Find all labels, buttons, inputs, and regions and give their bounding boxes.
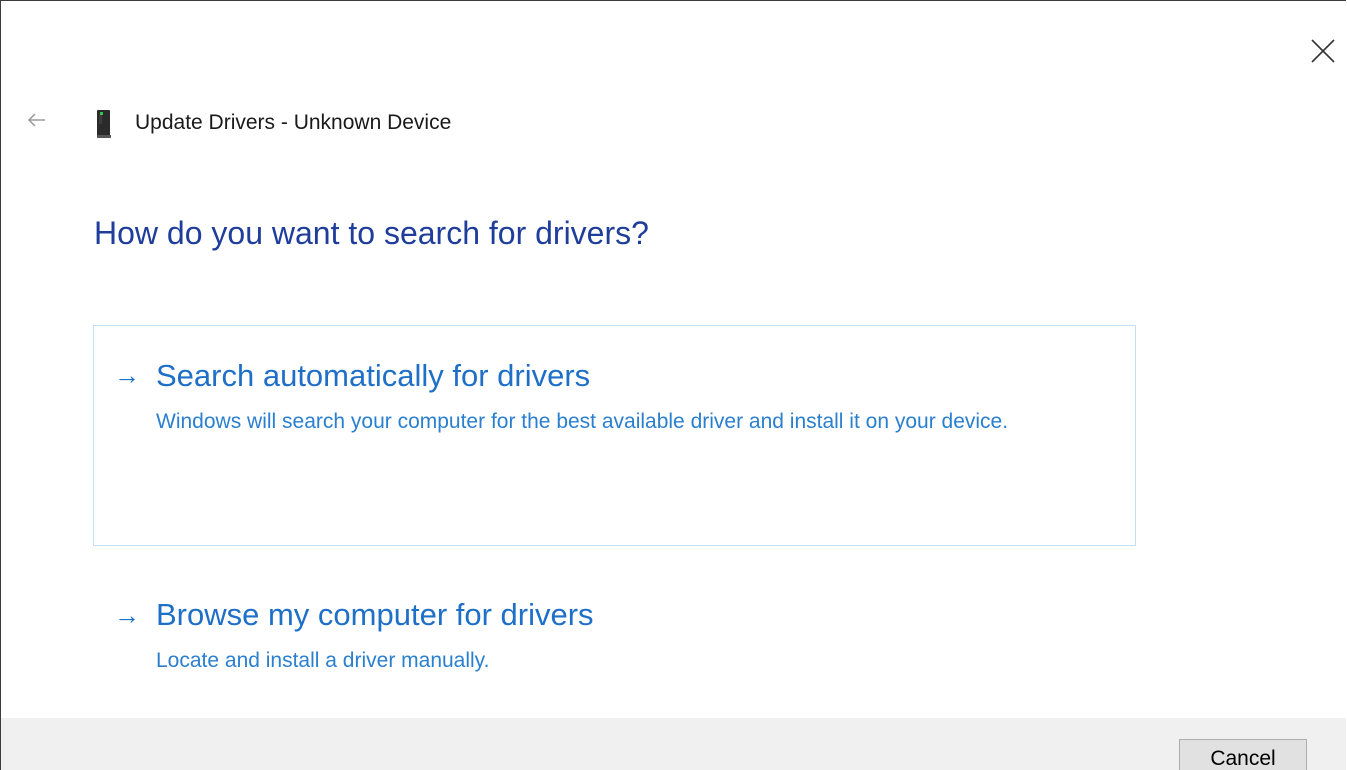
- device-icon: [96, 109, 112, 139]
- option-title: Search automatically for drivers: [156, 358, 591, 393]
- close-icon: [1311, 39, 1335, 63]
- browse-computer-option[interactable]: → Browse my computer for drivers Locate …: [93, 581, 1136, 691]
- arrow-right-icon: →: [114, 360, 140, 390]
- update-drivers-dialog: Update Drivers - Unknown Device How do y…: [0, 0, 1346, 770]
- page-heading: How do you want to search for drivers?: [94, 215, 649, 251]
- back-arrow-icon: [27, 113, 45, 127]
- search-automatically-option[interactable]: → Search automatically for drivers Windo…: [93, 325, 1136, 546]
- option-description: Windows will search your computer for th…: [156, 410, 1009, 433]
- option-title: Browse my computer for drivers: [156, 597, 594, 632]
- close-button[interactable]: [1301, 31, 1341, 71]
- window-title: Update Drivers - Unknown Device: [135, 111, 452, 134]
- arrow-right-icon: →: [114, 600, 140, 630]
- dialog-footer: Cancel: [1, 718, 1346, 770]
- option-description: Locate and install a driver manually.: [156, 649, 490, 672]
- cancel-button[interactable]: Cancel: [1179, 739, 1307, 770]
- back-button[interactable]: [23, 107, 53, 133]
